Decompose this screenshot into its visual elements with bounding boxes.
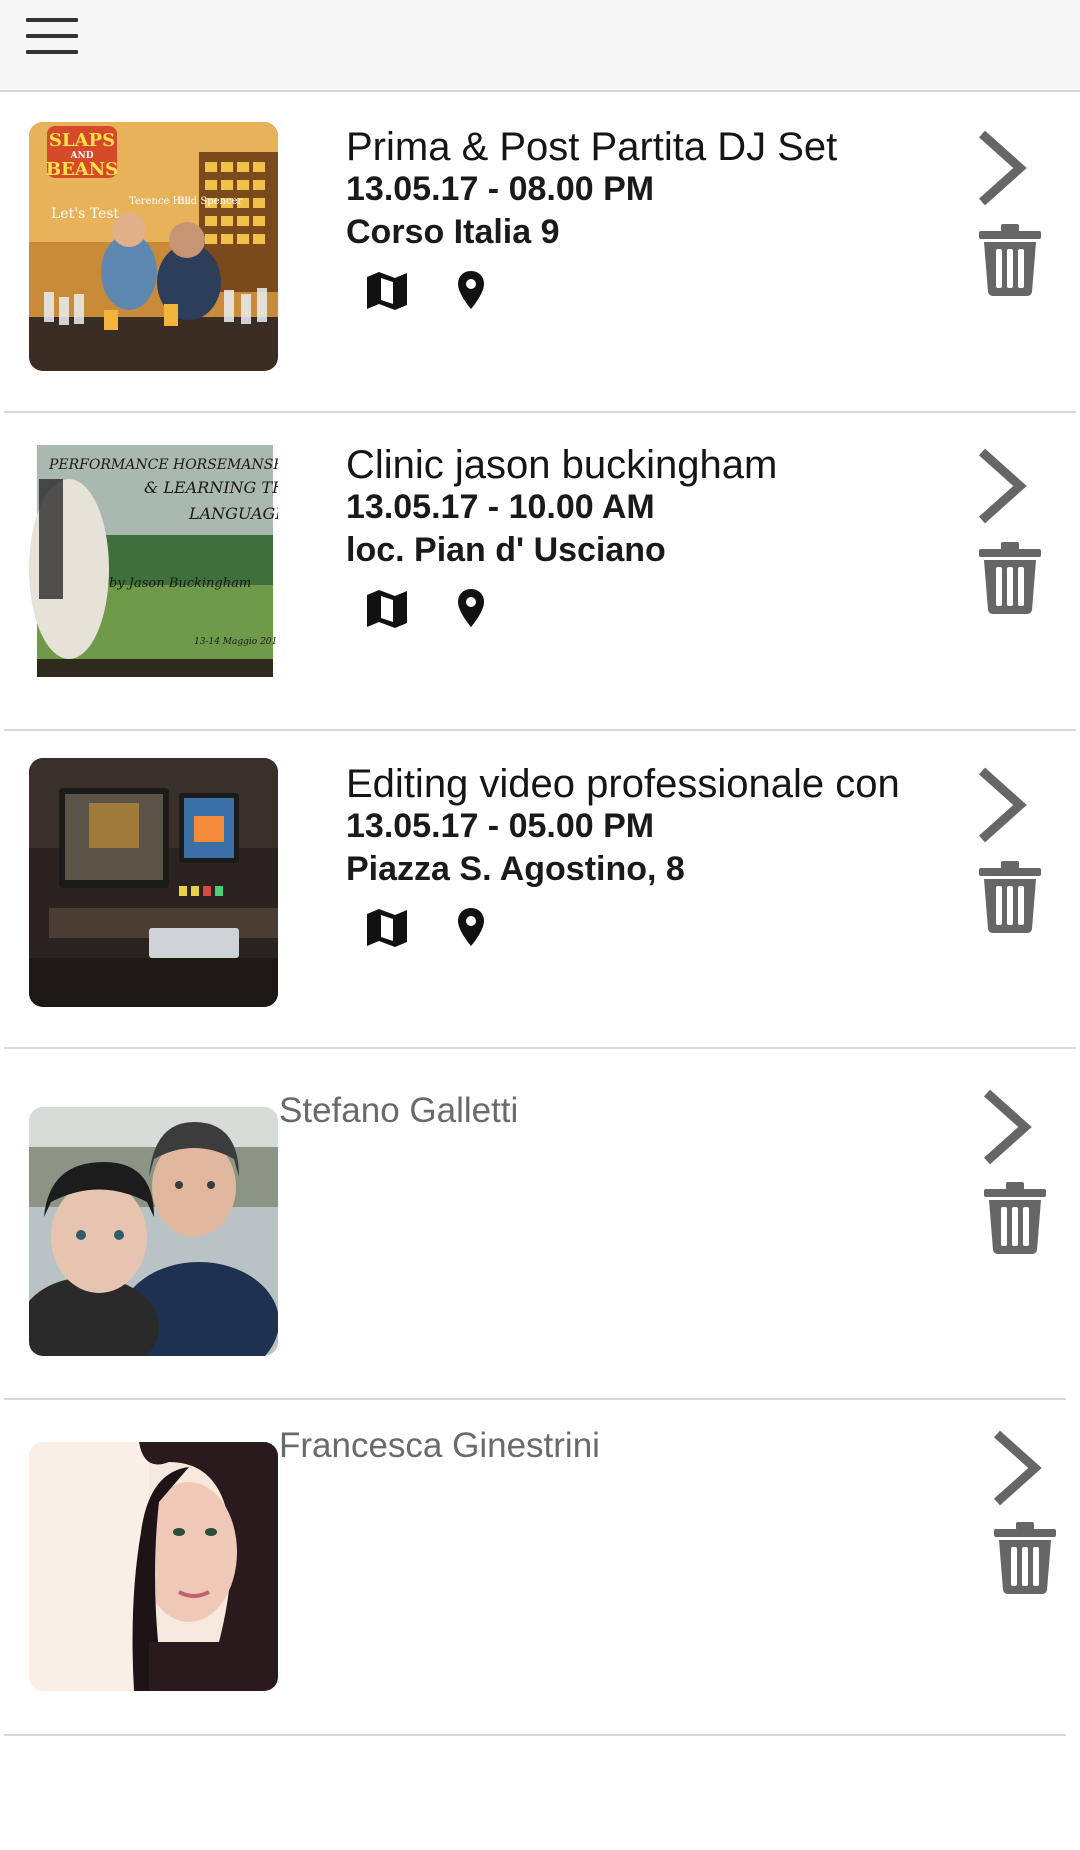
thumbnail-text: LANGUAGE (188, 504, 278, 523)
event-place: loc. Pian d' Usciano (346, 531, 666, 569)
thumbnail-text: SLAPS (49, 130, 115, 151)
chevron-right-icon[interactable] (975, 1085, 1035, 1169)
trash-icon[interactable] (977, 542, 1043, 614)
event-place: Piazza S. Agostino, 8 (346, 850, 685, 888)
map-icon[interactable] (366, 908, 408, 948)
thumbnail-text: 13-14 Maggio 2017 (194, 637, 278, 647)
event-title: Editing video professionale con (346, 762, 900, 806)
event-title: Prima & Post Partita DJ Set (346, 125, 838, 169)
trash-icon[interactable] (977, 224, 1043, 296)
event-place: Corso Italia 9 (346, 213, 560, 251)
person-list-item[interactable]: Francesca Ginestrini (0, 1400, 1080, 1736)
person-name: Francesca Ginestrini (279, 1426, 600, 1465)
location-pin-icon[interactable] (457, 588, 485, 628)
trash-icon[interactable] (992, 1522, 1058, 1594)
event-datetime: 13.05.17 - 05.00 PM (346, 807, 655, 845)
event-thumbnail: PERFORMANCE HORSEMANSHIP & LEARNING THE … (29, 439, 278, 688)
map-icon[interactable] (366, 589, 408, 629)
person-list-item[interactable]: Stefano Galletti (0, 1049, 1080, 1400)
event-title: Clinic jason buckingham (346, 443, 778, 487)
row-divider (4, 1734, 1066, 1736)
thumbnail-text: BEANS (46, 159, 118, 180)
person-avatar (29, 1107, 278, 1356)
top-app-bar (0, 0, 1080, 92)
event-list-item[interactable]: PERFORMANCE HORSEMANSHIP & LEARNING THE … (0, 413, 1080, 731)
event-datetime: 13.05.17 - 08.00 PM (346, 170, 655, 208)
location-pin-icon[interactable] (457, 270, 485, 310)
chevron-right-icon[interactable] (985, 1426, 1045, 1510)
thumbnail-text: PERFORMANCE HORSEMANSHIP (48, 457, 278, 473)
thumbnail-text: by Jason Buckingham (109, 576, 251, 591)
thumbnail-text: Bud Spencer (177, 196, 242, 207)
chevron-right-icon[interactable] (970, 444, 1030, 528)
person-avatar (29, 1442, 278, 1691)
person-name: Stefano Galletti (279, 1091, 519, 1130)
thumbnail-text: Let's Test (51, 206, 119, 222)
hamburger-menu-icon[interactable] (20, 14, 84, 66)
trash-icon[interactable] (977, 861, 1043, 933)
event-list-item[interactable]: SLAPS AND BEANS Let's Test Terence Hill … (0, 92, 1080, 413)
event-list-item[interactable]: Editing video professionale con 13.05.17… (0, 731, 1080, 1049)
location-pin-icon[interactable] (457, 907, 485, 947)
favorites-list: SLAPS AND BEANS Let's Test Terence Hill … (0, 92, 1080, 1736)
thumbnail-text: & LEARNING THE (144, 478, 278, 497)
chevron-right-icon[interactable] (970, 763, 1030, 847)
event-thumbnail: SLAPS AND BEANS Let's Test Terence Hill … (29, 122, 278, 371)
chevron-right-icon[interactable] (970, 126, 1030, 210)
trash-icon[interactable] (982, 1182, 1048, 1254)
event-thumbnail (29, 758, 278, 1007)
event-datetime: 13.05.17 - 10.00 AM (346, 488, 655, 526)
map-icon[interactable] (366, 271, 408, 311)
